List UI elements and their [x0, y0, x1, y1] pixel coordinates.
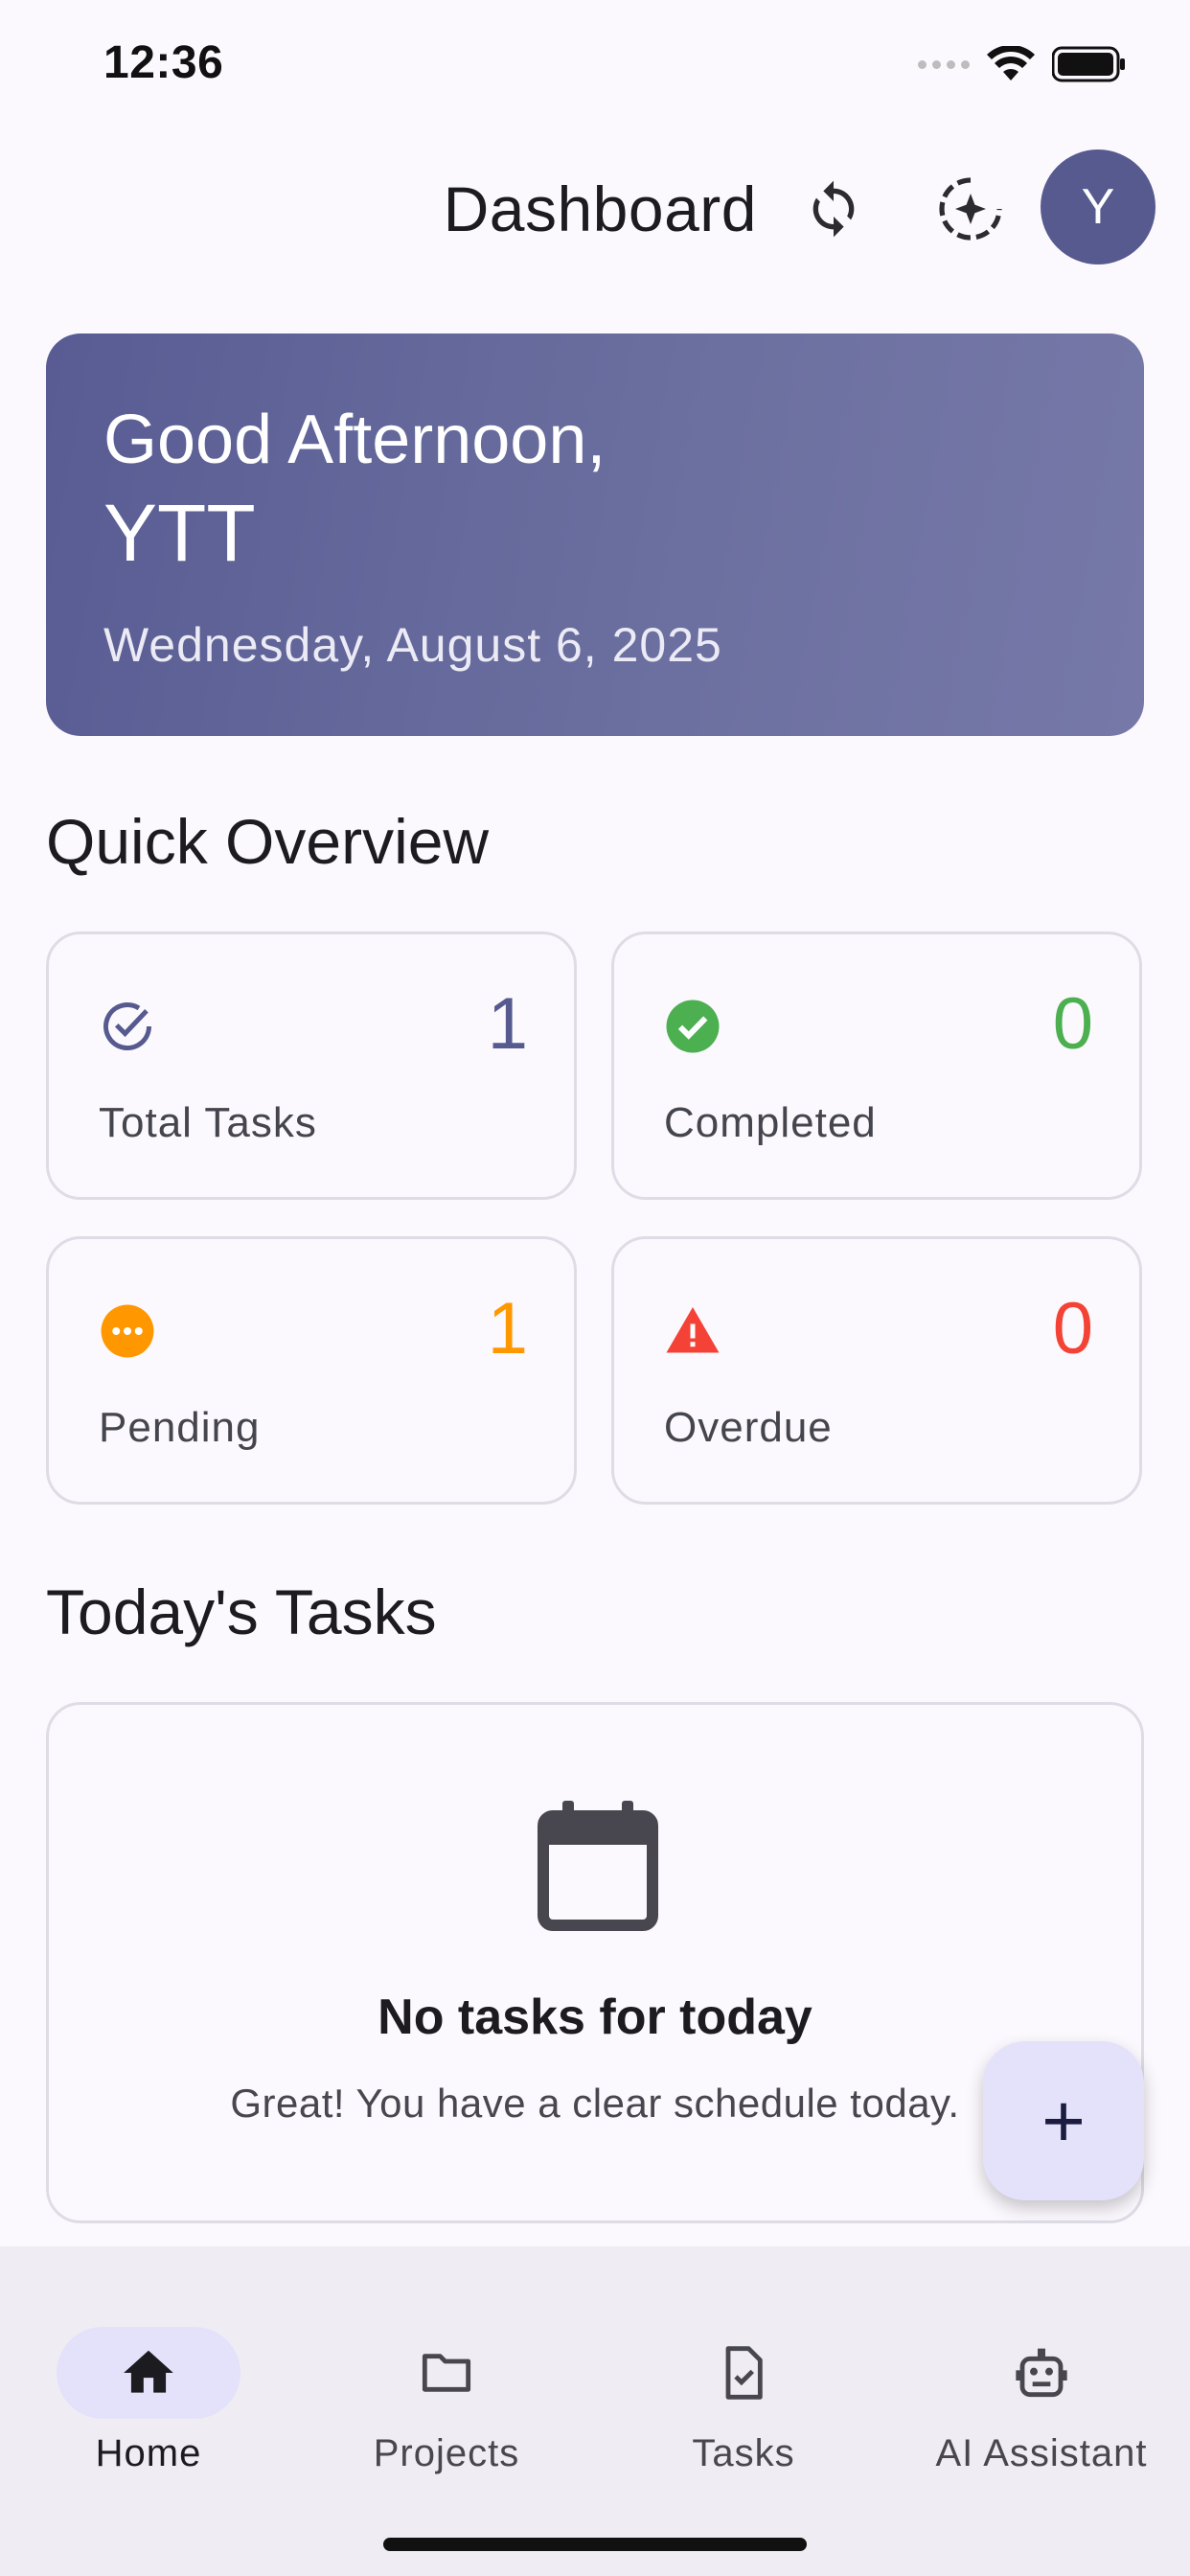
avatar[interactable]: Y	[1041, 150, 1156, 264]
home-icon	[124, 2350, 173, 2393]
nav-label: AI Assistant	[935, 2432, 1148, 2474]
bottom-navigation: Home Projects Tasks AI Assistant	[0, 2246, 1190, 2576]
stat-card-total-tasks[interactable]: 1 Total Tasks	[46, 932, 577, 1200]
nav-item-ai-assistant[interactable]: AI Assistant	[898, 2287, 1185, 2474]
greeting-card: Good Afternoon, YTT Wednesday, August 6,…	[46, 334, 1144, 736]
stat-label: Overdue	[664, 1404, 833, 1451]
stat-value: 0	[1052, 1288, 1093, 1369]
nav-label: Projects	[373, 2432, 520, 2474]
add-task-button[interactable]: +	[983, 2041, 1144, 2200]
robot-icon	[1016, 2348, 1067, 2398]
nav-label: Tasks	[692, 2432, 795, 2474]
plus-icon: +	[1041, 2078, 1086, 2163]
wifi-icon	[987, 46, 1035, 80]
stat-label: Completed	[664, 1099, 877, 1146]
nav-item-home[interactable]: Home	[5, 2287, 292, 2474]
todays-tasks-title: Today's Tasks	[46, 1576, 437, 1647]
nav-item-projects[interactable]: Projects	[303, 2287, 590, 2474]
stat-label: Total Tasks	[99, 1099, 317, 1146]
app-bar: Dashboard Y	[0, 144, 1190, 268]
cellular-signal-icon	[918, 59, 970, 69]
current-date: Wednesday, August 6, 2025	[103, 618, 722, 672]
check-circle-filled-icon	[666, 1000, 720, 1053]
status-bar: 12:36	[0, 0, 1190, 125]
todays-tasks-empty-card: No tasks for today Great! You have a cle…	[46, 1702, 1144, 2223]
stat-card-overdue[interactable]: 0 Overdue	[611, 1236, 1142, 1505]
stat-card-completed[interactable]: 0 Completed	[611, 932, 1142, 1200]
greeting-text: Good Afternoon,	[103, 402, 606, 478]
ai-insights-button[interactable]	[923, 161, 1018, 257]
nav-icon-wrap	[355, 2327, 538, 2419]
quick-overview-title: Quick Overview	[46, 806, 490, 877]
nav-active-indicator	[57, 2327, 240, 2419]
screen: 12:36 Dashboard Y Good Afternoon, YTT We…	[0, 0, 1190, 2576]
user-name: YTT	[103, 488, 256, 578]
nav-label: Home	[95, 2432, 202, 2474]
empty-state-title: No tasks for today	[378, 1990, 812, 2045]
stat-value: 0	[1052, 983, 1093, 1065]
folder-icon	[422, 2354, 471, 2392]
battery-icon	[1052, 46, 1125, 82]
nav-item-tasks[interactable]: Tasks	[600, 2287, 887, 2474]
stat-label: Pending	[99, 1404, 261, 1451]
task-icon	[725, 2346, 763, 2400]
page-title: Dashboard	[443, 173, 757, 244]
sync-button[interactable]	[786, 161, 881, 257]
sync-icon	[812, 180, 855, 238]
stat-card-pending[interactable]: 1 Pending	[46, 1236, 577, 1505]
pending-icon	[101, 1304, 154, 1358]
nav-icon-wrap	[652, 2327, 835, 2419]
stat-value: 1	[487, 983, 528, 1065]
empty-state-subtitle: Great! You have a clear schedule today.	[230, 2081, 960, 2126]
status-icons	[918, 46, 1127, 82]
nav-icon-wrap	[950, 2327, 1133, 2419]
status-time: 12:36	[103, 37, 224, 88]
calendar-icon	[538, 1801, 658, 1931]
warning-icon	[666, 1307, 720, 1353]
stat-value: 1	[487, 1288, 528, 1369]
ai-sparkle-icon	[939, 177, 1002, 241]
check-circle-outline-icon	[103, 1002, 151, 1051]
home-indicator	[383, 2538, 807, 2551]
